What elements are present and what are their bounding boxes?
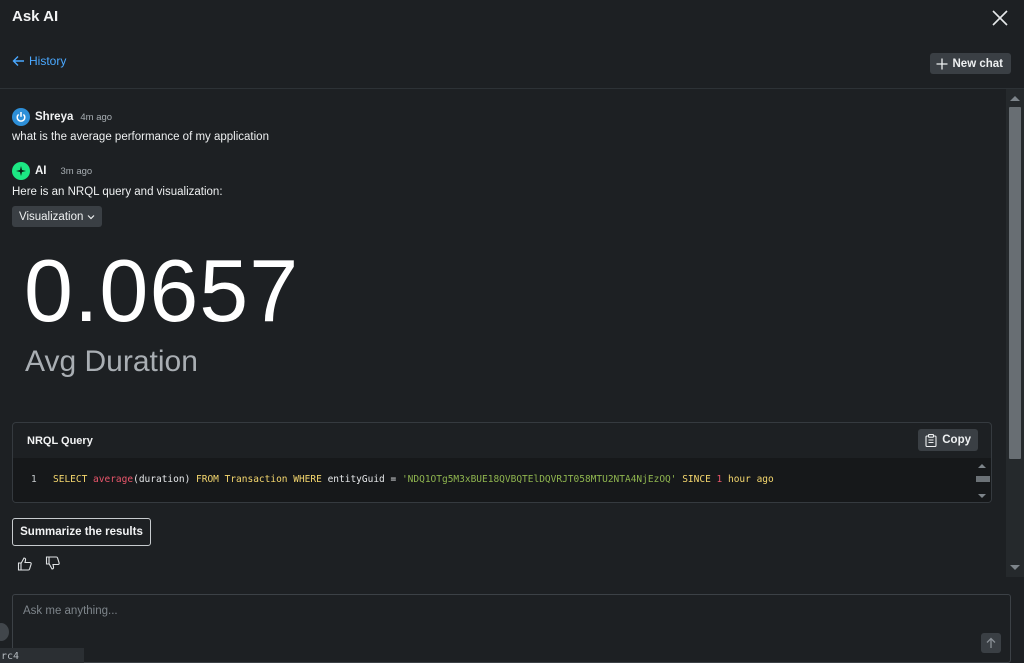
scroll-down-arrow[interactable] [978, 494, 986, 498]
nrql-query-card: NRQL Query Copy 1 SELECT average(duratio… [12, 422, 992, 503]
user-message-header: Shreya 4m ago [12, 108, 112, 126]
chevron-down-icon [87, 214, 95, 219]
message-author: AI [35, 165, 47, 177]
clipboard-icon [925, 433, 937, 447]
send-button[interactable] [981, 633, 1001, 653]
header: Ask AI [0, 0, 1024, 36]
panel-title: Ask AI [12, 8, 59, 25]
copy-button[interactable]: Copy [918, 429, 978, 451]
code-scrollbar[interactable] [975, 462, 991, 500]
code-token: entityGuid = [327, 474, 402, 485]
scroll-thumb[interactable] [1009, 107, 1021, 459]
copy-label: Copy [942, 434, 971, 446]
ask-input-container [12, 594, 1011, 663]
new-chat-button[interactable]: New chat [929, 53, 1011, 74]
new-chat-label: New chat [952, 57, 1004, 70]
visualization-dropdown-label: Visualization [19, 210, 84, 223]
thumbs-up-icon [17, 557, 32, 571]
scroll-thumb[interactable] [976, 476, 990, 482]
nrql-title: NRQL Query [27, 435, 93, 447]
ask-input[interactable] [13, 595, 1010, 662]
thumbs-down-button[interactable] [45, 555, 61, 571]
message-author: Shreya [35, 111, 74, 123]
arrow-left-icon [12, 56, 24, 66]
history-link[interactable]: History [12, 54, 66, 68]
message-time: 3m ago [60, 165, 93, 177]
code-token: SELECT [53, 474, 94, 485]
bottom-tab[interactable]: rc4 [0, 648, 84, 663]
code-token: (duration) [133, 474, 197, 485]
summarize-results-button[interactable]: Summarize the results [12, 518, 151, 546]
chat-history: Shreya 4m ago what is the average perfor… [0, 89, 1006, 577]
ai-message-header: AI 3m ago [12, 162, 92, 180]
code-token: hour ago [722, 474, 774, 485]
power-icon [16, 112, 26, 122]
scroll-down-arrow[interactable] [1010, 565, 1020, 570]
close-icon [992, 10, 1008, 26]
sparkle-icon [16, 166, 26, 176]
arrow-up-icon [986, 637, 996, 648]
thumbs-up-button[interactable] [17, 556, 33, 572]
user-message-text: what is the average performance of my ap… [12, 131, 269, 143]
billboard-value: 0.0657 [24, 241, 300, 340]
code-token: average [93, 474, 134, 485]
avatar [12, 108, 30, 126]
thumbs-down-icon [45, 556, 60, 570]
billboard-label: Avg Duration [25, 345, 198, 378]
close-button[interactable] [990, 8, 1010, 28]
chat-scrollbar[interactable] [1006, 89, 1024, 577]
scroll-up-arrow[interactable] [978, 464, 986, 468]
avatar [12, 162, 30, 180]
side-panel-toggle[interactable] [0, 623, 9, 641]
code-token: SINCE [676, 474, 717, 485]
nrql-code-editor[interactable]: 1 SELECT average(duration) FROM Transact… [13, 458, 991, 502]
ai-message-text: Here is an NRQL query and visualization: [12, 186, 223, 198]
plus-icon [936, 58, 947, 69]
scroll-up-arrow[interactable] [1010, 96, 1020, 101]
visualization-dropdown[interactable]: Visualization [12, 206, 103, 227]
history-label: History [29, 54, 67, 68]
code-token: FROM Transaction WHERE [196, 474, 328, 485]
nrql-code-line: SELECT average(duration) FROM Transactio… [53, 474, 774, 485]
line-number: 1 [31, 474, 37, 485]
code-token: 'NDQ1OTg5M3xBUE18QVBQTElDQVRJT058MTU2NTA… [401, 474, 677, 485]
message-time: 4m ago [80, 111, 113, 123]
